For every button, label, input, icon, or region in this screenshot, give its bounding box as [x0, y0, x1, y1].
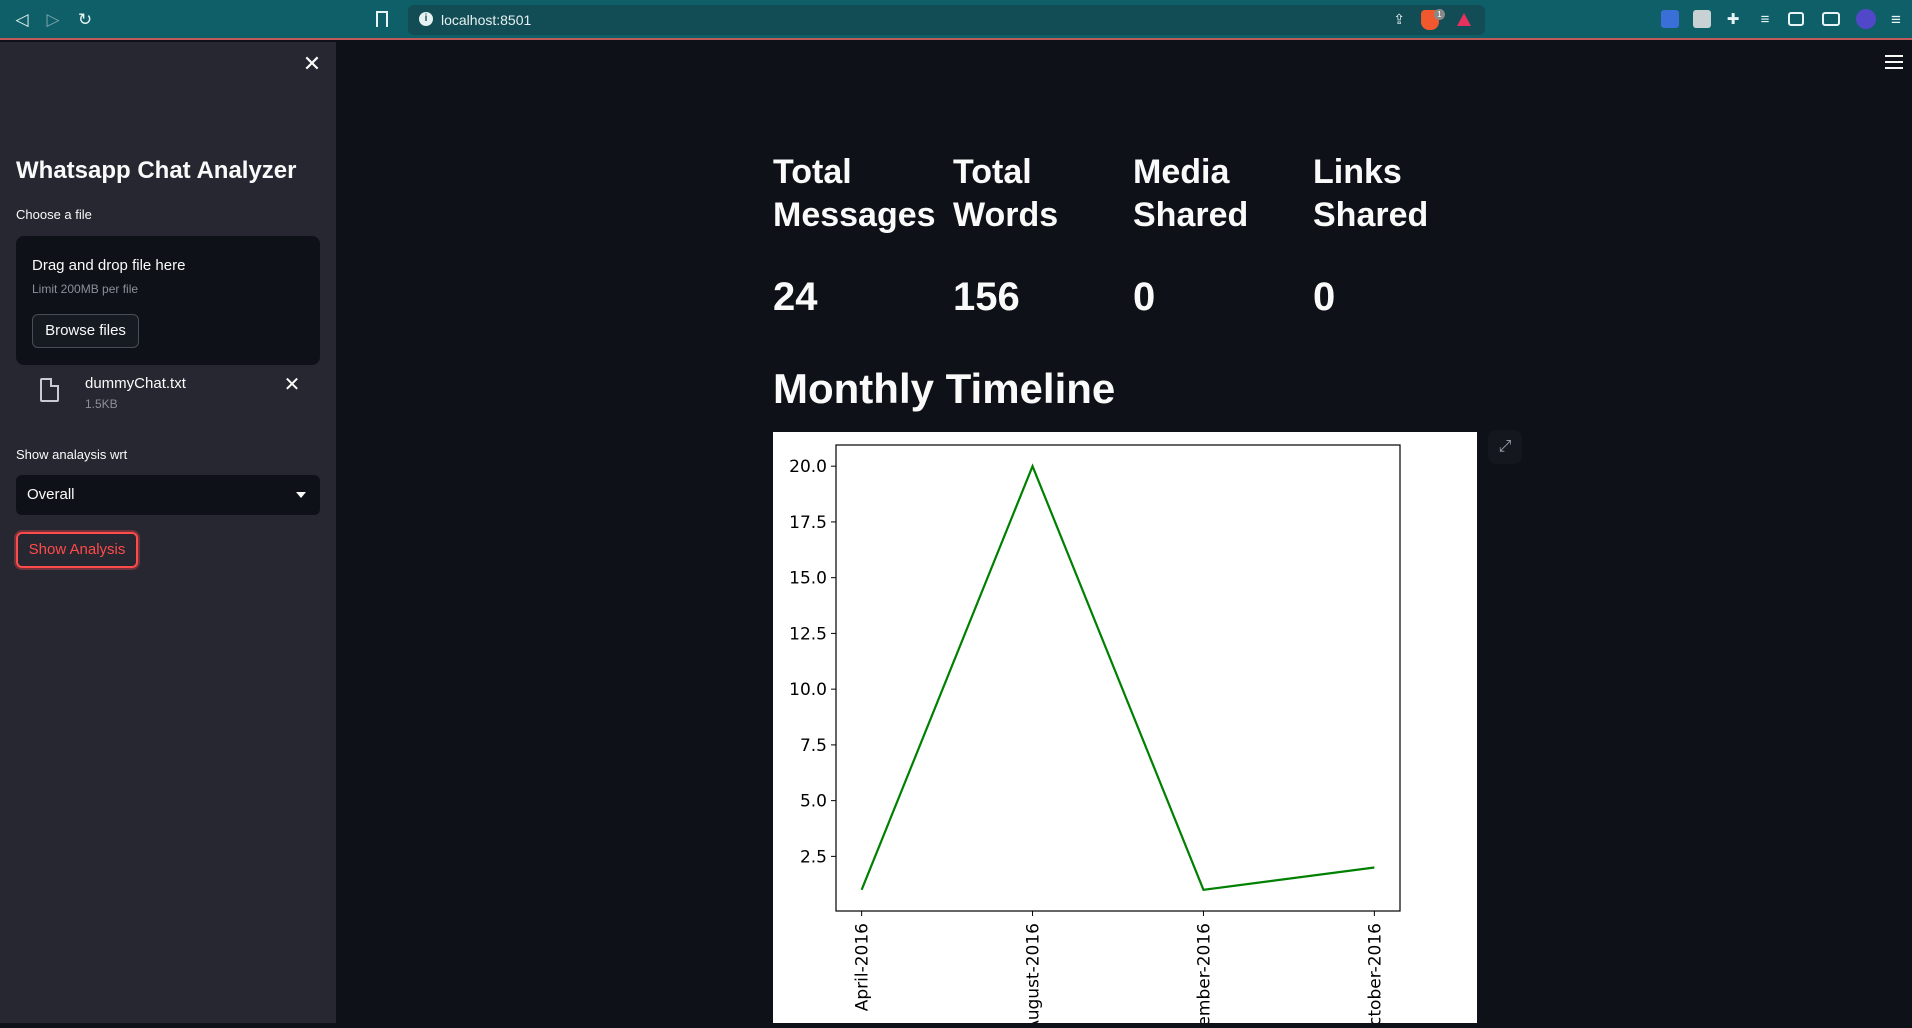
show-analysis-button[interactable]: Show Analysis	[16, 532, 138, 568]
metric-media-shared: Media Shared 0	[1133, 151, 1303, 237]
puzzle-icon[interactable]: ✚	[1721, 8, 1745, 32]
y-tick-label: 12.5	[789, 624, 827, 644]
forward-icon[interactable]: ▷	[41, 8, 65, 32]
file-name: dummyChat.txt	[85, 375, 186, 392]
back-icon[interactable]: ◁	[10, 8, 34, 32]
app-menu-icon[interactable]	[1885, 55, 1903, 73]
chevron-down-icon	[296, 492, 306, 498]
wallet-icon[interactable]	[1822, 12, 1840, 26]
y-tick-label: 2.5	[800, 847, 827, 867]
x-tick-label: September-2016	[1194, 923, 1214, 1023]
metric-label: Media Shared	[1133, 151, 1303, 237]
browser-toolbar: ◁ ▷ ↻ i localhost:8501 ⇪ 1 ✚ ≡ ≡	[0, 0, 1912, 40]
share-icon[interactable]: ⇪	[1393, 11, 1405, 28]
select-value: Overall	[27, 486, 75, 503]
uploaded-file: dummyChat.txt 1.5KB ✕	[16, 372, 320, 424]
chart-svg: 2.5 5.0 7.5 10.0 12.5 15.0 17.5 20.0 April-2016 A…	[773, 432, 1477, 1023]
y-tick-label: 15.0	[789, 569, 827, 589]
metric-links-shared: Links Shared 0	[1313, 151, 1483, 237]
remove-file-icon[interactable]: ✕	[280, 372, 304, 397]
fullscreen-icon[interactable]: ⤢	[1488, 430, 1522, 464]
x-tick-label: October-2016	[1365, 923, 1385, 1023]
brave-rewards-icon[interactable]	[1457, 13, 1471, 26]
sidebar: ✕ Whatsapp Chat Analyzer Choose a file D…	[0, 42, 336, 1023]
extension-icon[interactable]	[1693, 10, 1711, 28]
bookmark-icon[interactable]	[376, 11, 388, 27]
y-tick-label: 17.5	[789, 513, 827, 533]
sidebar-icon[interactable]	[1788, 12, 1804, 26]
browse-files-button[interactable]: Browse files	[32, 314, 139, 348]
select-label: Show analaysis wrt	[16, 447, 127, 462]
brave-shield-badge: 1	[1434, 9, 1445, 20]
menu-icon[interactable]: ≡	[1884, 8, 1908, 32]
url-text[interactable]: localhost:8501	[441, 12, 531, 28]
monthly-timeline-chart: 2.5 5.0 7.5 10.0 12.5 15.0 17.5 20.0 April-2016 A…	[773, 432, 1477, 1023]
file-dropzone[interactable]: Drag and drop file here Limit 200MB per …	[16, 236, 320, 365]
metric-value: 24	[773, 275, 818, 320]
playlist-icon[interactable]: ≡	[1753, 8, 1777, 32]
metric-total-messages: Total Messages 24	[773, 151, 943, 237]
y-tick-label: 20.0	[789, 457, 827, 477]
dropzone-limit: Limit 200MB per file	[32, 282, 138, 296]
metric-label: Links Shared	[1313, 151, 1483, 237]
profile-icon[interactable]	[1856, 9, 1876, 29]
metric-label: Total Words	[953, 151, 1123, 237]
y-tick-label: 10.0	[789, 680, 827, 700]
y-tick-label: 5.0	[800, 792, 827, 812]
metric-value: 0	[1313, 275, 1335, 320]
file-uploader-label: Choose a file	[16, 207, 92, 222]
metric-total-words: Total Words 156	[953, 151, 1123, 237]
file-icon	[40, 378, 59, 402]
dropzone-title: Drag and drop file here	[32, 257, 185, 274]
close-icon[interactable]: ✕	[300, 52, 324, 76]
reload-icon[interactable]: ↻	[73, 8, 97, 32]
x-tick-label: August-2016	[1024, 923, 1044, 1023]
address-bar[interactable]: i localhost:8501 ⇪ 1	[408, 5, 1485, 35]
extension-icon[interactable]	[1661, 10, 1679, 28]
y-tick-label: 7.5	[800, 736, 827, 756]
file-size: 1.5KB	[85, 397, 118, 411]
info-icon[interactable]: i	[419, 12, 433, 26]
section-title: Monthly Timeline	[773, 365, 1115, 413]
user-select[interactable]: Overall	[16, 475, 320, 515]
metric-label: Total Messages	[773, 151, 943, 237]
metric-value: 0	[1133, 275, 1155, 320]
series-line	[862, 466, 1375, 890]
app-title: Whatsapp Chat Analyzer	[16, 157, 297, 185]
x-tick-label: April-2016	[853, 923, 873, 1011]
metric-value: 156	[953, 275, 1020, 320]
